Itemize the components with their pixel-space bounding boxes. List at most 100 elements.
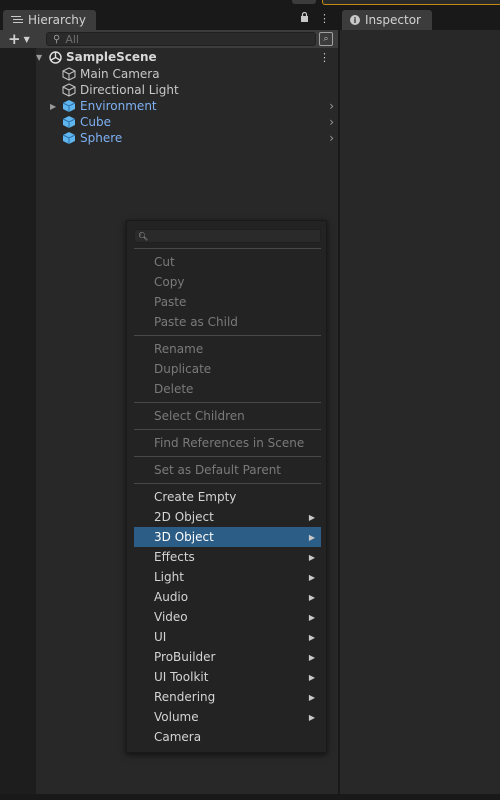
menu-item-select-children[interactable]: Select Children [134,406,321,426]
menu-item-label: Paste [154,295,187,309]
menu-item-delete[interactable]: Delete [134,379,321,399]
hierarchy-item-label: Environment [80,99,157,113]
chevron-right-icon[interactable]: › [329,131,334,145]
hierarchy-item-directional-light[interactable]: Directional Light [62,82,338,98]
inspector-panel: i Inspector [340,8,500,794]
collapse-arrow-icon[interactable]: ▼ [36,53,44,62]
top-toolbar-strip [0,0,500,8]
hierarchy-item-main-camera[interactable]: Main Camera [62,66,338,82]
hierarchy-toolbar: + ▼ ⚲ All ⌕ [0,30,338,48]
menu-item-label: Copy [154,275,185,289]
menu-item-2d-object[interactable]: 2D Object ▶ [134,507,321,527]
menu-item-find-references[interactable]: Find References in Scene [134,433,321,453]
search-icon: 🔍︎ [138,231,149,241]
menu-item-set-default-parent[interactable]: Set as Default Parent [134,460,321,480]
hierarchy-item-label: Directional Light [80,83,179,97]
menu-item-3d-object[interactable]: 3D Object ▶ [134,527,321,547]
tab-inspector[interactable]: i Inspector [342,10,432,30]
scene-row[interactable]: ▼ SampleScene ⋮ [36,49,338,65]
menu-item-label: UI [154,630,167,644]
menu-item-label: Audio [154,590,189,604]
submenu-arrow-icon: ▶ [308,632,315,642]
chevron-right-icon[interactable]: › [329,115,334,129]
menu-item-label: Rename [154,342,204,356]
hierarchy-search-input[interactable]: ⚲ All [46,32,316,46]
menu-item-probuilder[interactable]: ProBuilder ▶ [134,647,321,667]
menu-item-label: Duplicate [154,362,212,376]
submenu-arrow-icon: ▶ [308,612,315,622]
menu-separator [134,402,321,403]
menu-item-label: Set as Default Parent [154,463,282,477]
add-object-button[interactable]: + ▼ [8,30,36,48]
tab-hierarchy[interactable]: Hierarchy [3,10,96,30]
search-by-type-icon[interactable]: ⌕ [319,32,333,46]
menu-item-rendering[interactable]: Rendering ▶ [134,687,321,707]
menu-item-label: Effects [154,550,195,564]
menu-separator [134,335,321,336]
menu-item-cut[interactable]: Cut [134,252,321,272]
lock-icon[interactable] [300,11,309,25]
menu-item-audio[interactable]: Audio ▶ [134,587,321,607]
menu-item-create-empty[interactable]: Create Empty [134,487,321,507]
submenu-arrow-icon: ▶ [308,652,315,662]
menu-item-volume[interactable]: Volume ▶ [134,707,321,727]
menu-item-duplicate[interactable]: Duplicate [134,359,321,379]
menu-item-rename[interactable]: Rename [134,339,321,359]
chevron-down-icon: ▼ [23,34,30,44]
hierarchy-item-cube[interactable]: Cube › [62,114,338,130]
chevron-right-icon[interactable]: › [329,99,334,113]
menu-separator [134,456,321,457]
bottom-strip [0,794,500,800]
context-menu: 🔍︎ Cut Copy Paste Paste as Child Rename … [126,220,327,753]
menu-item-paste[interactable]: Paste [134,292,321,312]
scene-kebab-icon[interactable]: ⋮ [319,51,330,64]
hierarchy-list-icon [11,15,23,25]
toolbar-field[interactable] [322,0,500,5]
menu-item-camera[interactable]: Camera [134,727,321,747]
hierarchy-item-sphere[interactable]: Sphere › [62,130,338,146]
menu-item-label: ProBuilder [154,650,216,664]
submenu-arrow-icon: ▶ [308,512,315,522]
scene-name: SampleScene [66,50,157,64]
hierarchy-item-label: Main Camera [80,67,160,81]
menu-search-input[interactable]: 🔍︎ [134,229,321,243]
gameobject-icon [62,67,76,81]
prefab-icon [62,99,76,113]
menu-item-label: Volume [154,710,199,724]
search-placeholder: All [65,32,79,46]
hierarchy-item-label: Sphere [80,131,123,145]
gameobject-icon [62,83,76,97]
menu-item-light[interactable]: Light ▶ [134,567,321,587]
menu-item-label: Create Empty [154,490,237,504]
prefab-icon [62,115,76,129]
unity-scene-icon [48,50,62,64]
expand-arrow-icon[interactable]: ▶ [50,102,58,111]
search-icon: ⚲ [53,33,61,45]
tab-inspector-label: Inspector [365,13,421,27]
submenu-arrow-icon: ▶ [308,712,315,722]
menu-item-label: Camera [154,730,202,744]
menu-item-label: Paste as Child [154,315,238,329]
menu-item-label: Cut [154,255,175,269]
menu-item-label: 2D Object [154,510,214,524]
menu-item-copy[interactable]: Copy [134,272,321,292]
menu-item-effects[interactable]: Effects ▶ [134,547,321,567]
kebab-menu-icon[interactable]: ⋮ [319,12,330,25]
menu-item-ui-toolkit[interactable]: UI Toolkit ▶ [134,667,321,687]
menu-item-label: Light [154,570,184,584]
hierarchy-item-environment[interactable]: ▶ Environment › [50,98,338,114]
submenu-arrow-icon: ▶ [308,532,315,542]
menu-separator [134,429,321,430]
menu-item-ui[interactable]: UI ▶ [134,627,321,647]
submenu-arrow-icon: ▶ [308,672,315,682]
tab-hierarchy-label: Hierarchy [28,13,87,27]
menu-item-label: Find References in Scene [154,436,305,450]
menu-separator [134,248,321,249]
submenu-arrow-icon: ▶ [308,592,315,602]
menu-item-video[interactable]: Video ▶ [134,607,321,627]
menu-item-label: Delete [154,382,194,396]
toolbar-button[interactable] [292,0,316,4]
menu-item-label: Rendering [154,690,216,704]
submenu-arrow-icon: ▶ [308,572,315,582]
menu-item-paste-as-child[interactable]: Paste as Child [134,312,321,332]
